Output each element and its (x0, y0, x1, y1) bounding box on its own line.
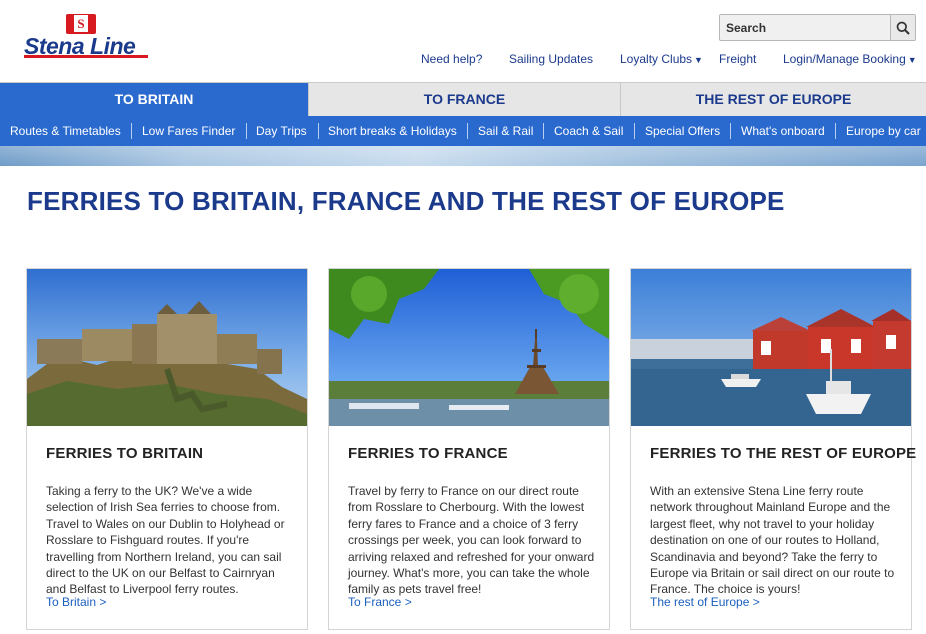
subnav-divider (467, 123, 468, 139)
to-britain-link[interactable]: To Britain > (46, 595, 106, 609)
subnav-sail-rail[interactable]: Sail & Rail (478, 116, 533, 146)
loyalty-clubs-menu[interactable]: Loyalty Clubs ▼ (620, 52, 703, 68)
sub-navigation: Routes & Timetables Low Fares Finder Day… (0, 116, 926, 146)
edinburgh-castle-image (27, 269, 307, 426)
search-box (719, 14, 916, 41)
main-tabs: TO BRITAIN TO FRANCE THE REST OF EUROPE (0, 82, 926, 116)
login-manage-booking-menu[interactable]: Login/Manage Booking ▼ (783, 52, 917, 68)
subnav-divider (835, 123, 836, 139)
subnav-routes-timetables[interactable]: Routes & Timetables (10, 116, 121, 146)
subnav-coach-sail[interactable]: Coach & Sail (554, 116, 623, 146)
search-button[interactable] (890, 15, 915, 40)
subnav-divider (131, 123, 132, 139)
login-label: Login/Manage Booking (783, 52, 906, 66)
site-header: S Stena Line Need help? Sailing Updates … (0, 0, 926, 82)
card-britain: FERRIES TO BRITAIN Taking a ferry to the… (26, 268, 308, 630)
eiffel-tower-image (329, 269, 609, 426)
card-title: FERRIES TO THE REST OF EUROPE (650, 445, 917, 462)
freight-link[interactable]: Freight (719, 52, 756, 68)
banner-strip (0, 146, 926, 166)
search-icon (896, 21, 910, 35)
subnav-divider (730, 123, 731, 139)
card-france: FERRIES TO FRANCE Travel by ferry to Fra… (328, 268, 610, 630)
subnav-low-fares-finder[interactable]: Low Fares Finder (142, 116, 235, 146)
tab-rest-of-europe[interactable]: THE REST OF EUROPE (621, 83, 926, 116)
logo-underline (24, 55, 148, 58)
card-rest-of-europe: FERRIES TO THE REST OF EUROPE With an ex… (630, 268, 916, 630)
subnav-short-breaks[interactable]: Short breaks & Holidays (328, 116, 457, 146)
stena-line-logo[interactable]: S Stena Line (24, 14, 150, 60)
harbour-image (631, 269, 911, 426)
sailing-updates-link[interactable]: Sailing Updates (509, 52, 593, 68)
subnav-divider (543, 123, 544, 139)
flag-icon: S (66, 14, 96, 34)
page-title: FERRIES TO BRITAIN, FRANCE AND THE REST … (27, 186, 785, 216)
rest-of-europe-link[interactable]: The rest of Europe > (650, 595, 760, 609)
tab-to-britain[interactable]: TO BRITAIN (0, 83, 308, 116)
search-input[interactable] (720, 15, 890, 40)
subnav-europe-by-car[interactable]: Europe by car (846, 116, 921, 146)
tab-to-france[interactable]: TO FRANCE (309, 83, 620, 116)
need-help-link[interactable]: Need help? (421, 52, 482, 68)
subnav-day-trips[interactable]: Day Trips (256, 116, 307, 146)
subnav-divider (634, 123, 635, 139)
card-body: Travel by ferry to France on our direct … (348, 484, 595, 597)
subnav-whats-onboard[interactable]: What's onboard (741, 116, 825, 146)
card-title: FERRIES TO BRITAIN (46, 445, 204, 462)
loyalty-clubs-label: Loyalty Clubs (620, 52, 693, 66)
card-body: Taking a ferry to the UK? We've a wide s… (46, 484, 285, 597)
card-body: With an extensive Stena Line ferry route… (650, 484, 895, 597)
subnav-divider (246, 123, 247, 139)
subnav-divider (318, 123, 319, 139)
chevron-down-icon: ▼ (694, 55, 703, 65)
chevron-down-icon: ▼ (907, 55, 917, 65)
card-title: FERRIES TO FRANCE (348, 445, 508, 462)
subnav-special-offers[interactable]: Special Offers (645, 116, 720, 146)
to-france-link[interactable]: To France > (348, 595, 412, 609)
